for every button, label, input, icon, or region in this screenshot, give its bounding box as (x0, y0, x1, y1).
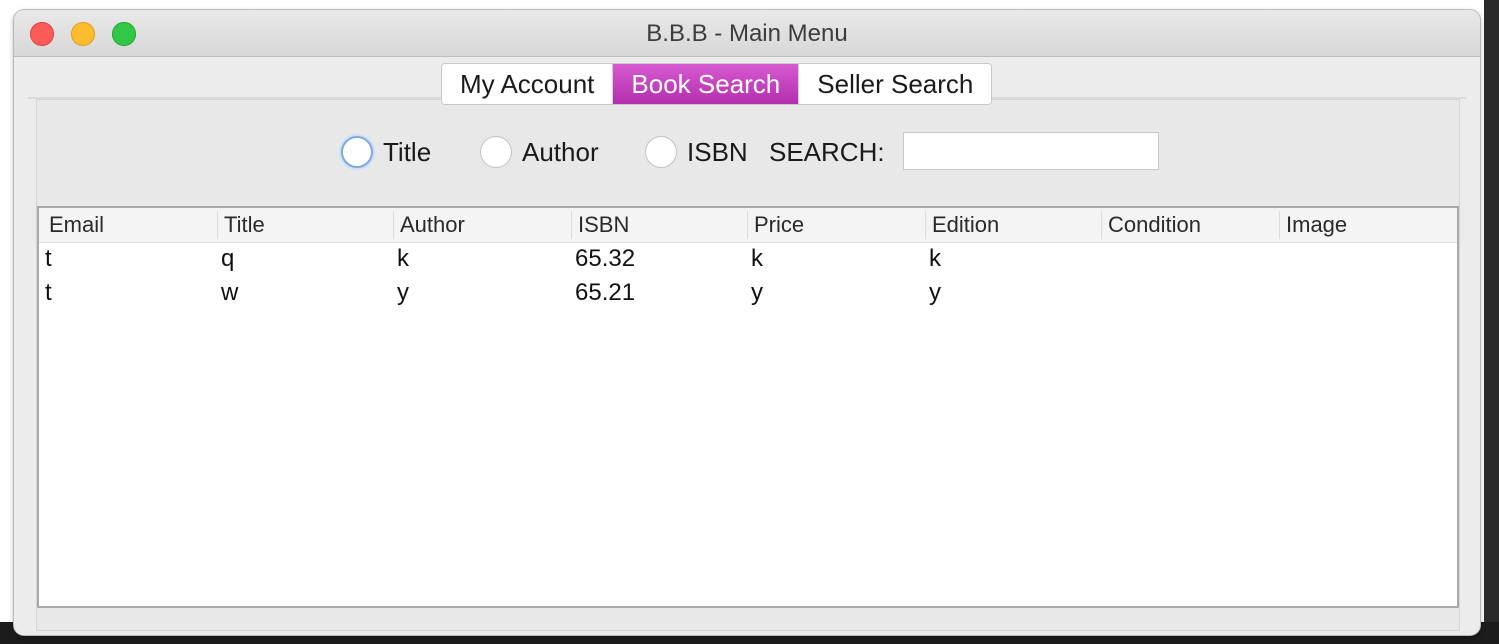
table-header: Email Title Author ISBN Price Edition Co… (39, 208, 1457, 243)
book-search-panel: Title Author ISBN SEARCH: Email Title Au… (36, 99, 1460, 631)
search-row: Title Author ISBN SEARCH: (37, 130, 1459, 174)
radio-author-label: Author (522, 136, 599, 167)
cell-isbn: 65.32 (575, 245, 636, 272)
cell-edition: k (929, 245, 941, 272)
cell-price: y (751, 279, 763, 306)
search-option-title[interactable]: Title (341, 130, 431, 174)
cell-title: w (221, 279, 239, 306)
cell-author: k (397, 245, 409, 272)
radio-title-label: Title (383, 136, 432, 167)
tab-book-search[interactable]: Book Search (613, 64, 800, 104)
table-row[interactable]: t q k 65.32 k k (39, 242, 1457, 276)
cell-author: y (397, 279, 409, 306)
column-header-isbn[interactable]: ISBN (571, 211, 743, 239)
radio-isbn[interactable] (645, 136, 677, 168)
search-input[interactable] (903, 132, 1159, 170)
column-header-author[interactable]: Author (393, 211, 565, 239)
cell-title: q (221, 245, 235, 272)
cell-isbn: 65.21 (575, 279, 636, 306)
search-label: SEARCH: (769, 137, 885, 167)
title-bar: B.B.B - Main Menu (14, 10, 1480, 57)
column-header-image[interactable]: Image (1279, 211, 1455, 239)
results-table[interactable]: Email Title Author ISBN Price Edition Co… (37, 206, 1459, 608)
window-title: B.B.B - Main Menu (646, 20, 848, 47)
desktop-edge (1484, 0, 1499, 644)
search-option-isbn[interactable]: ISBN (645, 130, 748, 174)
cell-edition: y (929, 279, 941, 306)
column-header-edition[interactable]: Edition (925, 211, 1097, 239)
window-content: Title Author ISBN SEARCH: Email Title Au… (14, 57, 1480, 635)
search-option-author[interactable]: Author (480, 130, 599, 174)
main-window: B.B.B - Main Menu Title Author ISBN SEAR… (14, 10, 1480, 635)
column-header-condition[interactable]: Condition (1101, 211, 1273, 239)
tab-my-account[interactable]: My Account (442, 64, 614, 104)
column-header-email[interactable]: Email (43, 211, 213, 239)
column-header-price[interactable]: Price (747, 211, 919, 239)
cell-email: t (45, 279, 52, 306)
cell-price: k (751, 245, 763, 272)
tab-seller-search[interactable]: Seller Search (799, 64, 991, 104)
table-row[interactable]: t w y 65.21 y y (39, 276, 1457, 310)
cell-email: t (45, 245, 52, 272)
radio-title[interactable] (341, 136, 373, 168)
column-header-title[interactable]: Title (217, 211, 389, 239)
radio-isbn-label: ISBN (687, 136, 748, 167)
main-tab-bar: My Account Book Search Seller Search (441, 63, 993, 105)
radio-author[interactable] (480, 136, 512, 168)
